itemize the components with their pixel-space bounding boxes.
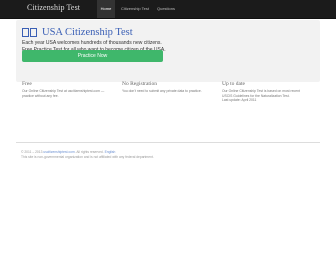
footer-divider [16, 142, 320, 143]
page-title: USA Citizenship Test [42, 26, 133, 38]
feature-heading: Free [22, 81, 32, 87]
disclaimer: This site is non-governmental organizati… [21, 154, 154, 159]
feature-text: Our Online Citizenship Test at uscitizen… [22, 89, 105, 98]
feature-text: Our Online Citizenship Test is based on … [222, 89, 300, 103]
language-link[interactable]: English [105, 150, 116, 154]
top-navbar: Citizenship Test Home Citizenship Test Q… [0, 0, 336, 19]
feature-free: Free Our Online Citizenship Test at usci… [22, 81, 118, 98]
practice-now-button[interactable]: Practice Now [22, 50, 163, 62]
feature-up-to-date: Up to date Our Online Citizenship Test i… [222, 81, 318, 103]
flag-icon [30, 27, 37, 37]
feature-heading: No Registration [122, 81, 157, 87]
lead-line: Each year USA welcomes hundreds of thous… [22, 40, 162, 46]
nav-home[interactable]: Home [97, 0, 115, 18]
feature-no-registration: No Registration You don't need to submit… [122, 81, 218, 94]
nav-citizenship-test[interactable]: Citizenship Test [118, 0, 152, 18]
brand-link[interactable]: Citizenship Test [27, 3, 80, 12]
feature-heading: Up to date [222, 81, 245, 87]
feature-text: You don't need to submit any private dat… [122, 89, 202, 93]
flag-icon [22, 27, 29, 37]
footer: © 2011 – 2013 uscitizenshiptest.com. All… [21, 150, 311, 159]
title-row: USA Citizenship Test [22, 25, 133, 39]
hero-unit: USA Citizenship Test Each year USA welco… [16, 20, 320, 82]
nav-questions[interactable]: Questions [154, 0, 178, 18]
site-link[interactable]: uscitizenshiptest.com [43, 150, 74, 154]
